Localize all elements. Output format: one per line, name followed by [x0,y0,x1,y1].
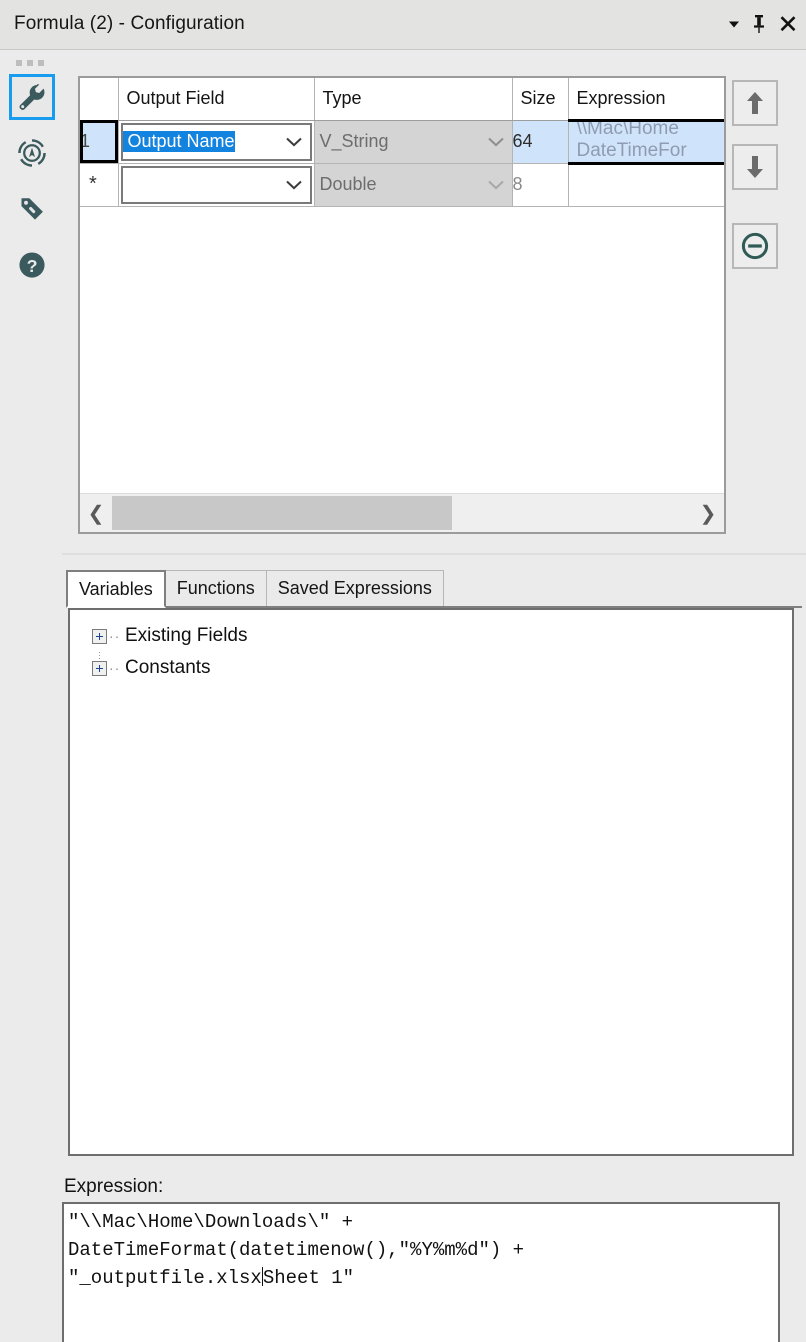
fields-grid-panel: Output Field Type Size Expression 1 Outp… [62,58,806,548]
tab-saved-expressions[interactable]: Saved Expressions [265,570,444,606]
wrench-icon [19,84,45,110]
tag-icon [21,198,43,220]
titlebar-pin-icon[interactable] [745,10,773,38]
circle-minus-icon [741,232,769,260]
table-row[interactable]: 1 Output Name V_String 64 \\Mac\Home Dat… [80,118,725,165]
type-combobox[interactable]: Double [314,163,512,206]
cell-expression-new[interactable] [568,163,724,207]
close-icon [780,16,796,32]
output-field-value: Output Name [122,131,235,152]
expression-line-1: "\\Mac\Home\Downloads\" + [68,1211,354,1233]
scroll-left-icon[interactable]: ❮ [80,494,112,532]
cell-output-field-new[interactable] [118,163,315,207]
sidebar-item-help[interactable]: ? [9,242,55,288]
arrow-down-icon [747,156,763,178]
tree-node-label: Constants [125,657,211,678]
output-field-combobox[interactable]: Output Name [120,122,312,161]
sidebar-item-annotation[interactable] [9,130,55,176]
row-header-new[interactable]: * [80,163,119,207]
type-value: V_String [319,131,389,151]
tab-variables[interactable]: Variables [66,570,166,608]
tree-node-existing-fields[interactable]: ·· Existing Fields [70,620,792,666]
cell-output-field-1[interactable]: Output Name [118,120,315,164]
cell-type-new[interactable]: Double [314,163,513,207]
pin-icon [754,15,764,33]
type-combobox[interactable]: V_String [314,120,512,163]
svg-text:?: ? [27,256,38,276]
titlebar-close-icon[interactable] [774,10,802,38]
expression-preview-line2: DateTimeFor [576,139,687,161]
compass-icon [18,139,46,167]
left-icon-rail: ? [0,50,62,1342]
column-header-rownum[interactable] [80,78,119,121]
table-row[interactable]: * Double 8 [80,163,724,207]
move-field-down-button[interactable] [732,144,778,190]
scrollbar-thumb[interactable] [112,496,452,530]
expand-plus-icon[interactable] [92,660,107,676]
expand-plus-icon[interactable] [92,628,107,644]
sidebar-item-labels[interactable] [9,186,55,232]
chevron-down-icon[interactable] [285,174,303,195]
column-header-expression[interactable]: Expression [568,78,724,121]
column-header-size[interactable]: Size [512,78,569,121]
rail-grip-dots-icon [16,58,48,68]
panel-splitter[interactable] [62,548,806,560]
remove-field-button[interactable] [732,223,778,269]
cell-size-new[interactable]: 8 [512,163,569,207]
window-title: Formula (2) - Configuration [14,13,245,34]
scroll-right-icon[interactable]: ❯ [692,494,724,532]
row-header-1[interactable]: 1 [80,120,119,164]
cell-size-1[interactable]: 64 [512,120,569,164]
tree-connector-icon: ·· [109,660,121,676]
question-icon: ? [19,252,45,278]
window-titlebar: Formula (2) - Configuration [0,0,806,50]
variables-tree[interactable]: ·· Existing Fields ·· Constants [68,608,794,1156]
expression-editor[interactable]: "\\Mac\Home\Downloads\" + DateTimeFormat… [62,1202,780,1342]
expression-line-2: DateTimeFormat(datetimenow(),"%Y%m%d") + [68,1239,525,1261]
expression-line-3b: Sheet 1" [262,1267,355,1289]
scrollbar-track[interactable] [112,494,692,532]
expression-line-3a: "_outputfile.xlsx [68,1267,262,1289]
tabstrip: Variables Functions Saved Expressions [66,570,802,608]
tree-node-label: Existing Fields [125,625,248,646]
expression-preview-line1: \\Mac\Home [576,120,679,139]
cell-expression-1[interactable]: \\Mac\Home DateTimeFor [568,118,725,165]
expression-editor-text[interactable]: "\\Mac\Home\Downloads\" + DateTimeFormat… [68,1208,778,1292]
chevron-down-icon[interactable] [487,174,505,195]
move-field-up-button[interactable] [732,80,778,126]
variables-panel: Variables Functions Saved Expressions ··… [62,564,806,1164]
tree-node-constants[interactable]: ·· Constants [70,652,792,684]
chevron-down-icon[interactable] [487,131,505,152]
fields-grid[interactable]: Output Field Type Size Expression 1 Outp… [78,76,726,534]
output-field-combobox[interactable] [120,165,312,204]
table-header-row: Output Field Type Size Expression [80,78,724,121]
fields-table: Output Field Type Size Expression 1 Outp… [80,78,725,207]
chevron-down-icon[interactable] [285,131,303,152]
grid-horizontal-scrollbar[interactable]: ❮ ❯ [80,493,724,532]
chevron-down-icon [729,21,739,28]
column-header-output-field[interactable]: Output Field [118,78,315,121]
expression-label: Expression: [64,1176,164,1197]
column-header-type[interactable]: Type [314,78,513,121]
type-value: Double [319,174,377,194]
cell-type-1[interactable]: V_String [314,120,513,164]
arrow-up-icon [747,92,763,114]
tree-connector-icon: ·· [109,628,121,644]
expression-preview: \\Mac\Home DateTimeFor [576,120,725,161]
sidebar-item-configuration[interactable] [9,74,55,120]
tab-functions[interactable]: Functions [164,570,267,606]
titlebar-dropdown-icon[interactable] [720,10,748,38]
